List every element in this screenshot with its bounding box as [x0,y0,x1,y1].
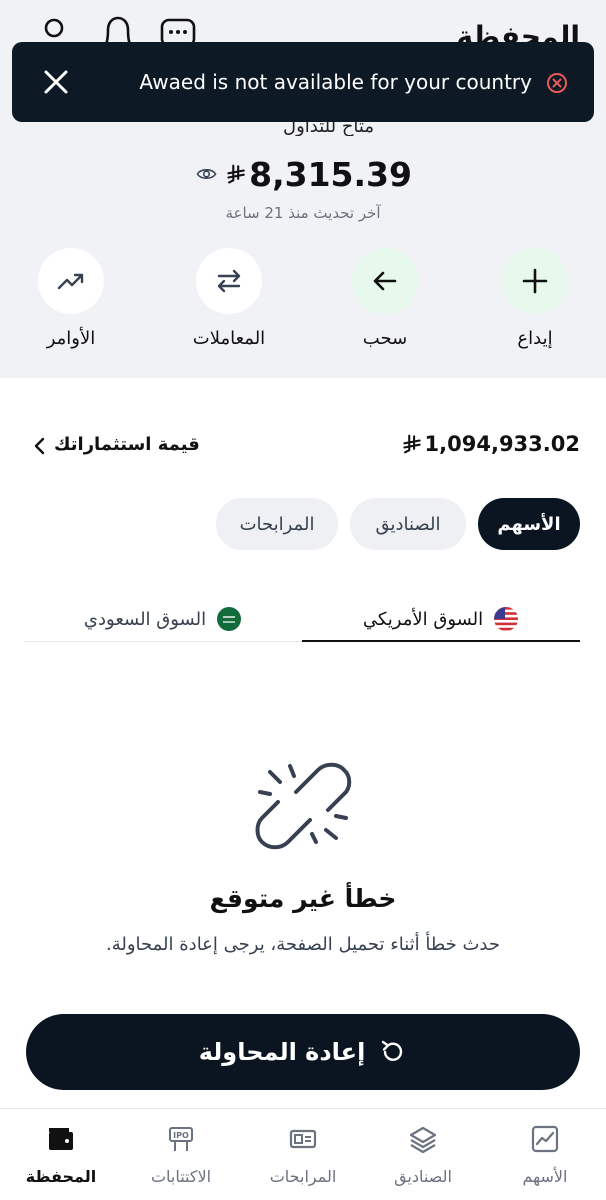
layers-icon [409,1126,437,1154]
toast-message: Awaed is not available for your country [139,70,532,94]
chart-icon [531,1125,559,1153]
withdraw-button[interactable] [352,248,418,314]
murabaha-icon [289,1129,317,1149]
plus-icon [522,268,548,294]
investments-amount-value: 1,094,933.02 [424,432,580,456]
error-title: خطأ غير متوقع [209,884,397,913]
riyal-symbol-icon [402,434,421,454]
balance-display: 8,315.39 [196,152,412,196]
nav-stocks-label: الأسهم [522,1167,568,1186]
nav-stocks[interactable]: الأسهم [490,1123,600,1186]
refresh-icon [382,1040,403,1061]
investments-amount: 1,094,933.02 [402,432,580,456]
eye-icon[interactable] [196,159,217,189]
tab-murabaha[interactable]: المرابحات [216,498,338,550]
last-updated-text: آخر تحديث منذ 21 ساعة [225,204,381,222]
toast-notification: Awaed is not available for your country [12,42,594,122]
orders-action[interactable]: الأوامر [16,248,126,349]
transactions-button[interactable] [196,248,262,314]
tab-stocks[interactable]: الأسهم [478,498,580,550]
tab-funds[interactable]: الصناديق [350,498,466,550]
svg-text:IPO: IPO [173,1131,189,1140]
retry-label: إعادة المحاولة [198,1038,366,1066]
balance-amount: 8,315.39 [249,154,412,194]
nav-ipo-label: الاكتتابات [150,1167,212,1186]
withdraw-action[interactable]: سحب [330,248,440,349]
orders-button[interactable] [38,248,104,314]
broken-link-icon [255,762,352,850]
deposit-button[interactable] [502,248,568,314]
investments-label: قيمة استثماراتك [54,434,200,455]
us-flag-icon [494,607,519,631]
nav-murabaha-label: المرابحات [269,1167,337,1186]
error-message: حدث خطأ أثناء تحميل الصفحة، يرجى إعادة ا… [105,934,500,955]
deposit-label: إيداع [517,328,553,349]
transactions-label: المعاملات [192,328,266,349]
nav-portfolio-label: المحفظة [25,1167,97,1186]
swap-icon [217,269,241,293]
withdraw-label: سحب [362,328,408,349]
chevron-left-icon [34,437,45,455]
tab-saudi-market[interactable]: السوق السعودي [24,596,302,642]
riyal-symbol-icon [227,164,245,184]
error-circle-icon [547,73,567,93]
trending-up-icon [57,273,84,290]
wallet-icon [49,1128,73,1150]
saudi-market-label: السوق السعودي [83,608,207,630]
us-market-label: السوق الأمريكي [362,608,484,630]
orders-label: الأوامر [46,328,96,349]
nav-funds-label: الصناديق [394,1167,452,1186]
tab-selected-underline [302,640,580,642]
deposit-action[interactable]: إيداع [480,248,590,349]
bottom-navigation: الأسهم الصناديق المرابحات IPO الاكتتابات [0,1108,606,1200]
nav-ipo[interactable]: IPO الاكتتابات [126,1123,236,1186]
tab-us-market[interactable]: السوق الأمريكي [302,596,580,642]
nav-murabaha[interactable]: المرابحات [248,1123,358,1186]
transactions-action[interactable]: المعاملات [174,248,284,349]
investments-row[interactable]: 1,094,933.02 قيمة استثماراتك [24,430,580,462]
saudi-flag-icon [217,607,242,631]
arrow-left-icon [373,271,397,291]
ipo-icon: IPO [169,1127,193,1151]
nav-portfolio[interactable]: المحفظة [6,1123,116,1186]
nav-funds[interactable]: الصناديق [368,1123,478,1186]
retry-button[interactable]: إعادة المحاولة [26,1014,580,1090]
close-icon[interactable] [42,68,70,96]
